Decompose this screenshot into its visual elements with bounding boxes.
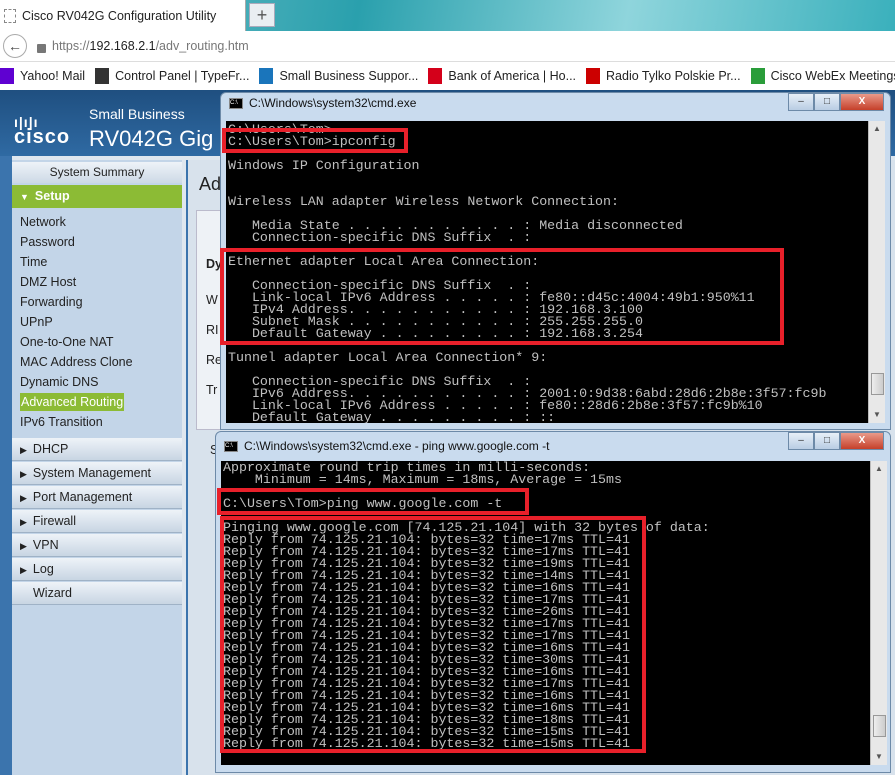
- cisco-logo: ı|ı|ı cisco: [14, 114, 71, 148]
- lock-icon: [37, 43, 46, 53]
- sidebar-group-label: Log: [32, 562, 54, 576]
- bookmark-label: Control Panel | TypeFr...: [115, 69, 250, 83]
- scrollbar[interactable]: ▲ ▼: [870, 461, 887, 765]
- bookmark-item[interactable]: Control Panel | TypeFr...: [95, 68, 249, 84]
- brand-subtitle: Small Business: [89, 106, 185, 122]
- triangle-right-icon: ▶: [20, 565, 27, 575]
- sidebar-group-system-management[interactable]: ▶ System Management: [12, 462, 182, 485]
- console-line: Minimum = 14ms, Maximum = 18ms, Average …: [223, 472, 622, 487]
- highlight-box: [220, 248, 784, 345]
- url-field[interactable]: https://192.168.2.1/adv_routing.htm: [52, 39, 249, 53]
- highlight-box: [222, 128, 408, 153]
- bookmark-label: Small Business Suppor...: [279, 69, 419, 83]
- triangle-right-icon: ▶: [20, 445, 27, 455]
- address-bar[interactable]: ← https://192.168.2.1/adv_routing.htm: [0, 31, 895, 62]
- webex-icon: [750, 68, 765, 84]
- sidebar-item-dmz-host[interactable]: DMZ Host: [20, 273, 76, 291]
- sidebar-group-label: VPN: [32, 538, 59, 552]
- sidebar-item-one-to-one-nat[interactable]: One-to-One NAT: [20, 333, 114, 351]
- sidebar-group-dhcp[interactable]: ▶ DHCP: [12, 438, 182, 461]
- bookmark-item[interactable]: Radio Tylko Polskie Pr...: [586, 68, 741, 84]
- sidebar-group-firewall[interactable]: ▶ Firewall: [12, 510, 182, 533]
- close-button[interactable]: X: [840, 432, 884, 450]
- browser-tab[interactable]: Cisco RV042G Configuration Utility: [0, 0, 246, 31]
- sidebar-group-label: System Management: [32, 466, 152, 480]
- bookmark-label: Yahoo! Mail: [20, 69, 86, 83]
- sidebar-item-time[interactable]: Time: [20, 253, 47, 271]
- triangle-right-icon: ▶: [20, 469, 27, 479]
- sidebar-item-ipv6-transition[interactable]: IPv6 Transition: [20, 413, 103, 431]
- minimize-button[interactable]: –: [788, 93, 814, 111]
- new-tab-button[interactable]: +: [249, 3, 275, 27]
- panel-label: Tr: [206, 383, 218, 397]
- cmd-icon: C:\: [229, 97, 243, 109]
- console-line: Connection-specific DNS Suffix . :: [228, 230, 532, 245]
- sidebar-wizard[interactable]: Wizard: [12, 582, 182, 605]
- maximize-button[interactable]: □: [814, 432, 840, 450]
- highlight-box: [217, 488, 529, 515]
- yahoo-icon: [0, 68, 14, 84]
- page-title: Ad: [199, 174, 222, 194]
- sidebar-item-upnp[interactable]: UPnP: [20, 313, 53, 331]
- highlight-box: [220, 516, 646, 753]
- sidebar-group-port-management[interactable]: ▶ Port Management: [12, 486, 182, 509]
- console-line: Windows IP Configuration: [228, 158, 420, 173]
- sidebar-group-vpn[interactable]: ▶ VPN: [12, 534, 182, 557]
- panel-label: RI: [206, 323, 219, 337]
- typefriendly-icon: [95, 68, 110, 84]
- panel-label: W: [206, 293, 218, 307]
- bookmark-label: Cisco WebEx Meetings: [770, 69, 895, 83]
- tab-title: Cisco RV042G Configuration Utility: [22, 8, 217, 23]
- sidebar-system-summary[interactable]: System Summary: [12, 162, 182, 183]
- triangle-right-icon: ▶: [20, 541, 27, 551]
- model-title: RV042G Gig: [89, 126, 214, 151]
- bookmark-item[interactable]: Small Business Suppor...: [259, 68, 418, 84]
- close-button[interactable]: X: [840, 93, 884, 111]
- sidebar-item-password[interactable]: Password: [20, 233, 75, 251]
- console-line: Tunnel adapter Local Area Connection* 9:: [228, 350, 548, 365]
- maximize-button[interactable]: □: [814, 93, 840, 111]
- sidebar-item-advanced-routing[interactable]: Advanced Routing: [20, 393, 125, 411]
- page-icon: [4, 8, 16, 23]
- console-line: Wireless LAN adapter Wireless Network Co…: [228, 194, 619, 209]
- minimize-button[interactable]: –: [788, 432, 814, 450]
- sidebar-item-dynamic-dns[interactable]: Dynamic DNS: [20, 373, 99, 391]
- bookmark-item[interactable]: Cisco WebEx Meetings: [750, 68, 895, 84]
- bookmark-label: Bank of America | Ho...: [448, 69, 577, 83]
- sidebar-group-label: DHCP: [32, 442, 69, 456]
- triangle-right-icon: ▶: [20, 493, 27, 503]
- triangle-down-icon: ▼: [20, 192, 29, 202]
- sidebar-group-label: Port Management: [32, 490, 133, 504]
- radio-icon: [586, 68, 601, 84]
- left-strip: [0, 156, 12, 775]
- sidebar-setup[interactable]: ▼ Setup: [12, 185, 182, 208]
- sidebar-item-mac-address-clone[interactable]: MAC Address Clone: [20, 353, 133, 371]
- bookmark-item[interactable]: Yahoo! Mail: [0, 68, 85, 84]
- bookmark-label: Radio Tylko Polskie Pr...: [606, 69, 741, 83]
- bookmark-item[interactable]: Bank of America | Ho...: [428, 68, 576, 84]
- triangle-right-icon: ▶: [20, 517, 27, 527]
- bookmarks-bar: Yahoo! Mail Control Panel | TypeFr... Smal…: [0, 62, 895, 90]
- scrollbar[interactable]: ▲ ▼: [868, 121, 885, 423]
- sidebar-group-log[interactable]: ▶ Log: [12, 558, 182, 581]
- console-line: Default Gateway . . . . . . . . . : ::: [228, 410, 556, 423]
- cisco-icon: [259, 68, 274, 84]
- sidebar-item-forwarding[interactable]: Forwarding: [20, 293, 83, 311]
- sidebar-item-network[interactable]: Network: [20, 213, 66, 231]
- sidebar-group-label: Firewall: [32, 514, 76, 528]
- bank-of-america-icon: [428, 68, 443, 84]
- cmd-icon: C:\: [224, 440, 238, 452]
- back-arrow-icon[interactable]: ←: [3, 34, 27, 58]
